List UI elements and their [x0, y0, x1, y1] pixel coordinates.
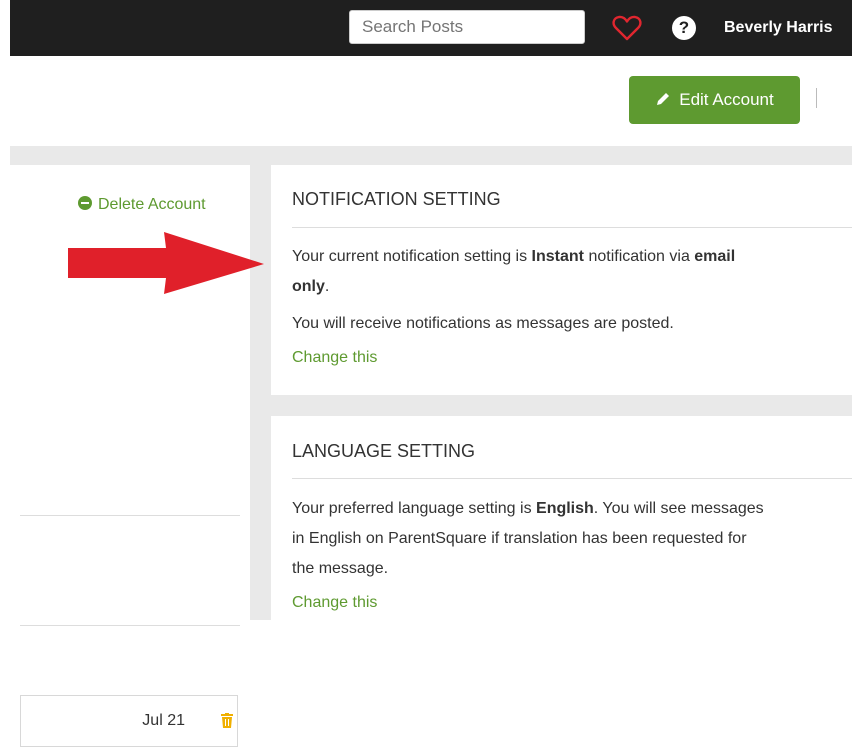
- delete-account-link[interactable]: Delete Account: [78, 196, 206, 214]
- user-menu-name[interactable]: Beverly Harris: [724, 0, 833, 56]
- text: in English on ParentSquare if translatio…: [292, 530, 747, 547]
- notification-setting-title: NOTIFICATION SETTING: [292, 189, 501, 209]
- notification-setting-card: NOTIFICATION SETTING Your current notifi…: [271, 165, 852, 395]
- text: Your preferred language setting is: [292, 500, 537, 517]
- divider: [20, 515, 240, 516]
- setting-value: English: [536, 500, 594, 517]
- help-icon[interactable]: ?: [672, 16, 696, 40]
- setting-value: only: [292, 278, 325, 295]
- red-arrow: [68, 232, 264, 294]
- edit-account-label: Edit Account: [679, 90, 774, 109]
- text: .: [324, 278, 330, 295]
- text: the message.: [292, 560, 389, 577]
- text: . You will see messages: [593, 500, 764, 517]
- text: Your current notification setting is: [292, 248, 532, 265]
- text: notification via: [584, 248, 695, 265]
- pencil-icon: [657, 93, 670, 105]
- search-posts-input[interactable]: [349, 10, 585, 44]
- change-notification-link[interactable]: Change this: [292, 349, 377, 367]
- language-setting-text: Your preferred language setting is Engli…: [292, 494, 852, 584]
- list-item[interactable]: Jul 21: [20, 695, 238, 747]
- notification-description: You will receive notifications as messag…: [292, 315, 674, 332]
- setting-value: Instant: [531, 248, 584, 265]
- minus-circle-icon: [78, 196, 92, 210]
- language-setting-card: LANGUAGE SETTING Your preferred language…: [271, 416, 852, 620]
- delete-account-label: Delete Account: [98, 196, 206, 213]
- divider: [292, 227, 852, 228]
- divider: [20, 625, 240, 626]
- divider: [292, 478, 852, 479]
- header-divider: [816, 88, 817, 108]
- language-setting-title: LANGUAGE SETTING: [292, 441, 476, 461]
- notification-setting-text: Your current notification setting is Ins…: [292, 242, 852, 302]
- edit-account-button[interactable]: Edit Account: [629, 76, 800, 124]
- heart-icon[interactable]: [612, 14, 642, 42]
- setting-value: email: [694, 248, 736, 265]
- change-language-link[interactable]: Change this: [292, 594, 377, 612]
- trash-icon[interactable]: [221, 713, 233, 728]
- item-date: Jul 21: [142, 712, 185, 729]
